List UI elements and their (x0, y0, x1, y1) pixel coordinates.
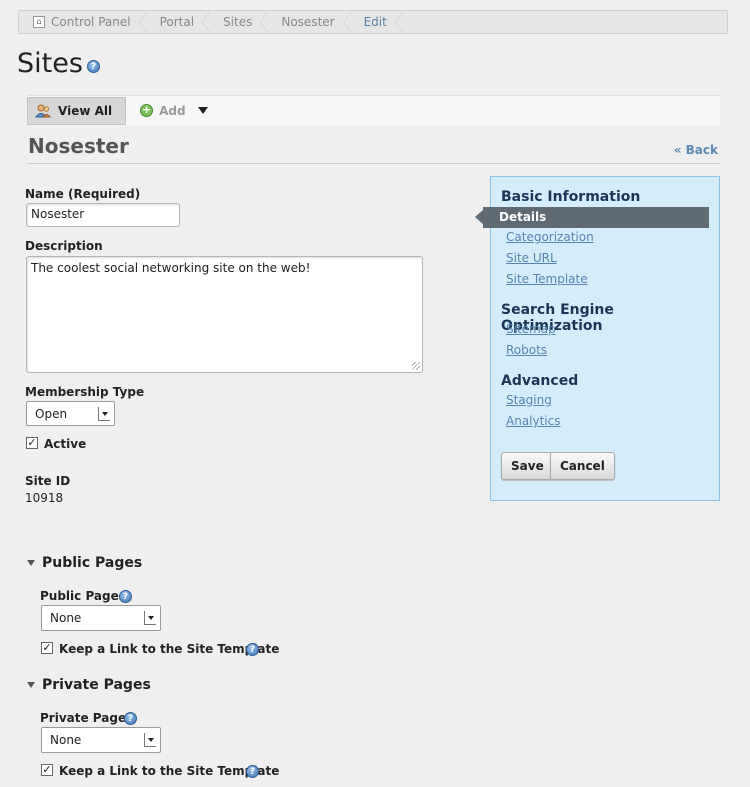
name-label: Name (Required) (25, 187, 141, 201)
membership-type-label: Membership Type (25, 385, 145, 399)
cancel-button[interactable]: Cancel (550, 452, 615, 480)
description-textarea[interactable]: The coolest social networking site on th… (26, 256, 423, 373)
breadcrumb-item-portal[interactable]: Portal (146, 11, 211, 33)
breadcrumb-item-edit[interactable]: Edit (350, 11, 404, 33)
breadcrumb-label: Portal (159, 15, 195, 29)
page-title: Sites (17, 48, 83, 79)
breadcrumb-label: Sites (223, 15, 253, 29)
public-pages-select-value: None (50, 611, 82, 625)
nav-item-robots[interactable]: Robots (506, 343, 547, 357)
breadcrumb: ⌂ Control Panel Portal Sites Nosester Ed… (18, 10, 728, 34)
private-pages-select-value: None (50, 733, 82, 747)
site-name-heading: Nosester (28, 134, 129, 158)
site-id-label: Site ID (25, 474, 71, 488)
collapse-triangle-icon (27, 560, 35, 566)
toolbar: View All + Add (27, 95, 720, 125)
public-pages-section-title: Public Pages (42, 555, 143, 571)
back-link[interactable]: « Back (674, 143, 718, 157)
membership-type-value: Open (35, 406, 68, 421)
active-checkbox[interactable]: ✓ (26, 437, 38, 449)
public-pages-select[interactable]: None (41, 605, 161, 631)
help-icon[interactable]: ? (246, 643, 259, 656)
private-pages-section-toggle[interactable]: Private Pages (27, 677, 151, 693)
help-icon[interactable]: ? (87, 60, 100, 73)
help-icon[interactable]: ? (124, 712, 137, 725)
private-pages-label: Private Pages (40, 711, 134, 725)
divider (27, 163, 720, 164)
private-pages-select[interactable]: None (41, 727, 161, 753)
nav-item-site-url[interactable]: Site URL (506, 251, 557, 265)
active-label: Active (44, 437, 87, 451)
breadcrumb-item-sites[interactable]: Sites (209, 11, 269, 33)
site-id-value: 10918 (25, 491, 64, 505)
advanced-heading: Advanced (501, 373, 579, 389)
help-icon[interactable]: ? (246, 765, 259, 778)
caret-down-icon (197, 107, 208, 114)
public-pages-label: Public Pages (40, 589, 126, 603)
nav-item-details[interactable]: Details (483, 207, 709, 228)
nav-item-analytics[interactable]: Analytics (506, 414, 561, 428)
membership-type-select[interactable]: Open (26, 401, 115, 426)
description-text: The coolest social networking site on th… (31, 261, 311, 275)
breadcrumb-label: Control Panel (51, 15, 131, 29)
save-button[interactable]: Save (501, 452, 554, 480)
form-navigator-panel: Basic Information Details Categorization… (483, 176, 720, 501)
private-keep-link-checkbox[interactable]: ✓ (41, 764, 53, 776)
breadcrumb-item-nosester[interactable]: Nosester (267, 11, 351, 33)
nav-item-site-template[interactable]: Site Template (506, 272, 588, 286)
nav-item-categorization[interactable]: Categorization (506, 230, 594, 244)
dropdown-arrow-icon (144, 733, 156, 747)
breadcrumb-item-control-panel[interactable]: ⌂ Control Panel (19, 11, 147, 33)
resize-handle-icon[interactable] (412, 362, 420, 370)
help-icon[interactable]: ? (119, 590, 132, 603)
name-field[interactable]: Nosester (26, 203, 180, 227)
breadcrumb-label: Nosester (281, 15, 335, 29)
view-all-button[interactable]: View All (27, 96, 127, 125)
description-label: Description (25, 239, 103, 253)
collapse-triangle-icon (27, 682, 35, 688)
breadcrumb-label: Edit (363, 15, 387, 29)
add-icon: + (140, 103, 154, 117)
public-keep-link-checkbox[interactable]: ✓ (41, 642, 53, 654)
public-pages-section-toggle[interactable]: Public Pages (27, 555, 142, 571)
add-menu-button[interactable]: + Add (140, 103, 208, 118)
users-icon (35, 103, 51, 119)
view-all-label: View All (58, 103, 113, 118)
nav-item-sitemap[interactable]: Sitemap (506, 322, 556, 336)
dropdown-arrow-icon (98, 406, 110, 421)
nav-item-staging[interactable]: Staging (506, 393, 552, 407)
home-icon: ⌂ (33, 16, 45, 28)
basic-information-heading: Basic Information (501, 189, 641, 205)
add-label: Add (159, 103, 186, 118)
private-pages-section-title: Private Pages (42, 677, 151, 693)
dropdown-arrow-icon (144, 611, 156, 625)
